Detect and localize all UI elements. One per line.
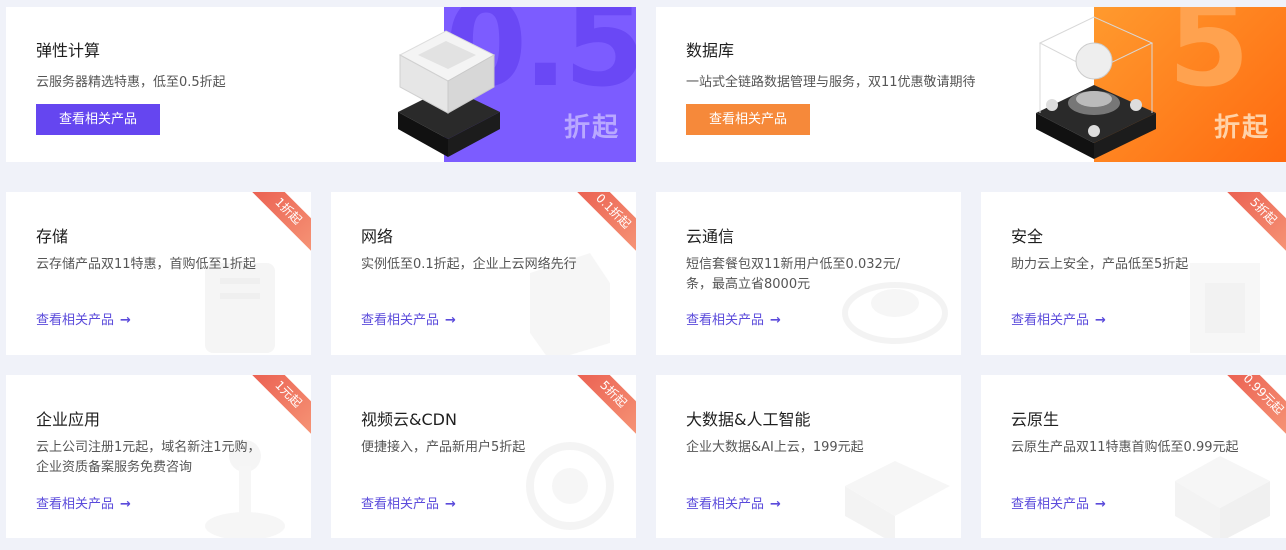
product-card-bigdata-ai[interactable]: 大数据&人工智能 企业大数据&AI上云，199元起 查看相关产品 → [656,375,961,538]
card-title: 企业应用 [36,410,101,429]
card-title: 弹性计算 [36,41,101,60]
arrow-right-icon: → [1095,497,1106,512]
promo-suffix: 折起 [563,113,620,143]
arrow-right-icon: → [1095,313,1106,328]
database-icon [1036,16,1156,159]
view-products-link[interactable]: 查看相关产品 → [36,309,131,328]
card-title: 云原生 [1011,410,1060,429]
product-card-video-cdn[interactable]: 视频云&CDN 便捷接入，产品新用户5折起 查看相关产品 → 5折起 [331,375,636,538]
view-products-link[interactable]: 查看相关产品 → [361,493,456,512]
promo-number: 5 [1167,7,1250,113]
view-products-link[interactable]: 查看相关产品 → [686,493,781,512]
card-description: 云上公司注册1元起，域名新注1元购，企业资质备案服务免费咨询 [36,440,261,475]
arrow-right-icon: → [120,313,131,328]
server-chip-icon [398,30,500,157]
view-products-button[interactable]: 查看相关产品 [36,104,160,135]
discount-badge: 0.1折起 [562,192,636,265]
product-card-cloud-native[interactable]: 云原生 云原生产品双11特惠首购低至0.99元起 查看相关产品 → 0.99元起 [981,375,1286,538]
featured-card-compute: 弹性计算 云服务器精选特惠，低至0.5折起 查看相关产品 0.5 折起 [6,7,636,162]
card-description: 一站式全链路数据管理与服务，双11优惠敬请期待 [686,75,976,90]
discount-badge: 1折起 [237,192,311,265]
card-title: 数据库 [686,41,735,60]
featured-card-database: 数据库 一站式全链路数据管理与服务，双11优惠敬请期待 查看相关产品 5 折起 [656,7,1286,162]
card-title: 云通信 [686,227,735,246]
view-products-link[interactable]: 查看相关产品 → [36,493,131,512]
card-title: 网络 [361,227,394,246]
card-description: 云原生产品双11特惠首购低至0.99元起 [1011,440,1239,455]
product-card-security[interactable]: 安全 助力云上安全，产品低至5折起 查看相关产品 → 5折起 [981,192,1286,355]
promo-suffix: 折起 [1213,113,1270,143]
card-description: 云服务器精选特惠，低至0.5折起 [36,75,226,90]
card-description: 实例低至0.1折起，企业上云网络先行 [361,257,577,272]
card-description: 便捷接入，产品新用户5折起 [361,440,526,455]
view-products-link[interactable]: 查看相关产品 → [1011,309,1106,328]
product-card-enterprise-app[interactable]: 企业应用 云上公司注册1元起，域名新注1元购，企业资质备案服务免费咨询 查看相关… [6,375,311,538]
arrow-right-icon: → [770,497,781,512]
arrow-right-icon: → [770,313,781,328]
view-products-button[interactable]: 查看相关产品 [686,104,810,135]
card-title: 存储 [36,227,69,246]
product-card-communication[interactable]: 云通信 短信套餐包双11新用户低至0.032元/条，最高立省8000元 查看相关… [656,192,961,355]
arrow-right-icon: → [445,313,456,328]
view-products-link[interactable]: 查看相关产品 → [686,309,781,328]
card-description: 企业大数据&AI上云，199元起 [686,440,864,455]
card-title: 视频云&CDN [361,410,457,429]
discount-badge: 5折起 [562,375,636,448]
product-card-network[interactable]: 网络 实例低至0.1折起，企业上云网络先行 查看相关产品 → 0.1折起 [331,192,636,355]
discount-badge: 0.99元起 [1212,375,1286,448]
card-title: 安全 [1011,227,1044,246]
arrow-right-icon: → [120,497,131,512]
card-description: 云存储产品双11特惠，首购低至1折起 [36,257,256,272]
view-products-link[interactable]: 查看相关产品 → [361,309,456,328]
card-description: 短信套餐包双11新用户低至0.032元/条，最高立省8000元 [686,257,901,292]
card-description: 助力云上安全，产品低至5折起 [1011,257,1189,272]
discount-badge: 1元起 [237,375,311,448]
view-products-link[interactable]: 查看相关产品 → [1011,493,1106,512]
card-title: 大数据&人工智能 [686,410,811,429]
product-card-storage[interactable]: 存储 云存储产品双11特惠，首购低至1折起 查看相关产品 → 1折起 [6,192,311,355]
discount-badge: 5折起 [1212,192,1286,265]
arrow-right-icon: → [445,497,456,512]
